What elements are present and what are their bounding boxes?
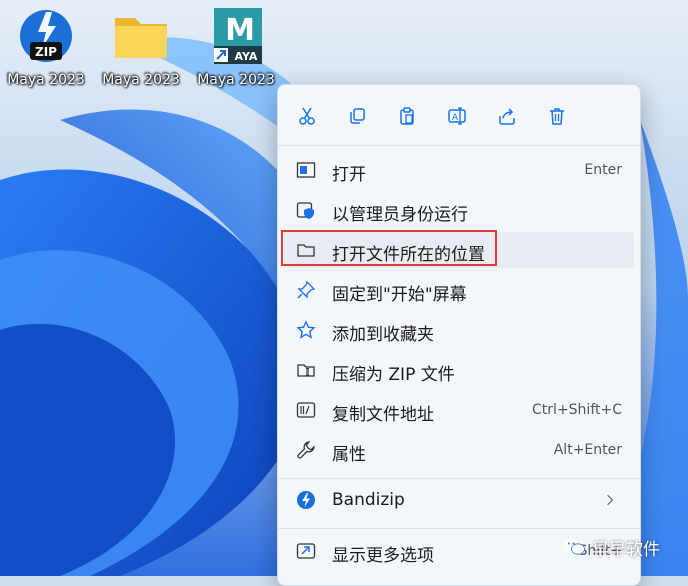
zip-archive-icon: ZIP [20,10,72,62]
menu-item-pin-to-start[interactable]: 固定到"开始"屏幕 [284,272,634,308]
menu-item-label: 固定到"开始"屏幕 [332,285,467,305]
zip-folder-icon [297,364,315,377]
menu-item-shortcut: Enter [584,162,622,178]
wechat-icon [563,538,585,555]
watermark-text: 早早软件 [592,539,660,560]
menu-separator [278,145,640,146]
menu-item-label: 添加到收藏夹 [332,325,434,345]
copy-button[interactable] [340,99,374,133]
desktop-icon-zip[interactable]: ZIP Maya 2023 [0,4,92,94]
menu-item-label: Bandizip [332,490,405,510]
pin-icon [297,280,316,299]
desktop-icon-folder[interactable]: Maya 2023 [95,4,187,94]
more-options-icon [296,543,316,559]
open-window-icon [296,162,316,178]
menu-item-label: 打开文件所在的位置 [332,245,485,265]
svg-text:ZIP: ZIP [35,45,57,59]
copy-icon [350,108,365,124]
trash-icon [550,108,564,125]
menu-item-open-file-location[interactable]: 打开文件所在的位置 [284,232,634,268]
clipboard-icon [400,107,414,125]
bandizip-icon [297,491,315,509]
menu-separator [278,528,640,529]
svg-text:AYA: AYA [235,50,258,63]
menu-item-bandizip[interactable]: Bandizip [284,482,634,518]
folder-outline-icon [297,244,315,257]
wrench-icon [297,441,315,459]
copy-path-icon [296,402,316,418]
scissors-icon [299,107,315,125]
desktop-icon-label: Maya 2023 [197,72,275,88]
svg-text:M: M [225,13,255,48]
context-menu-toolbar: A [278,99,640,133]
chevron-right-icon [607,494,614,506]
rename-icon: A [448,107,466,125]
context-menu: A 打开 Enter 以管理员身份运行 打开文件所在的位置 固定到"开始"屏幕 … [277,84,641,586]
svg-text:A: A [452,113,459,123]
admin-shield-icon [296,202,314,219]
menu-item-shortcut: Ctrl+Shift+C [532,402,622,418]
paste-button[interactable] [390,99,424,133]
watermark: 早早软件 [562,532,660,562]
rename-button[interactable]: A [440,99,474,133]
menu-item-run-as-admin[interactable]: 以管理员身份运行 [284,192,634,228]
menu-item-compress-zip[interactable]: 压缩为 ZIP 文件 [284,352,634,388]
delete-button[interactable] [540,99,574,133]
share-icon [499,108,515,125]
menu-item-copy-path[interactable]: 复制文件地址 Ctrl+Shift+C [284,392,634,428]
share-button[interactable] [490,99,524,133]
menu-item-label: 以管理员身份运行 [332,205,468,225]
maya-app-shortcut-icon: M AYA [214,8,262,64]
menu-item-label: 属性 [332,445,366,465]
desktop-icon-label: Maya 2023 [7,72,85,88]
star-icon [296,320,316,339]
menu-item-add-to-favorites[interactable]: 添加到收藏夹 [284,312,634,348]
menu-item-shortcut: Alt+Enter [553,442,622,458]
menu-item-open[interactable]: 打开 Enter [284,152,634,188]
menu-item-label: 复制文件地址 [332,405,434,425]
menu-separator [278,478,640,479]
desktop-icon-maya[interactable]: M AYA Maya 2023 [190,4,282,94]
menu-item-label: 打开 [332,165,366,185]
menu-item-label: 压缩为 ZIP 文件 [332,365,455,385]
cut-button[interactable] [290,99,324,133]
desktop-icon-label: Maya 2023 [102,72,180,88]
folder-icon [115,18,167,58]
menu-item-properties[interactable]: 属性 Alt+Enter [284,432,634,468]
menu-item-label: 显示更多选项 [332,546,434,566]
